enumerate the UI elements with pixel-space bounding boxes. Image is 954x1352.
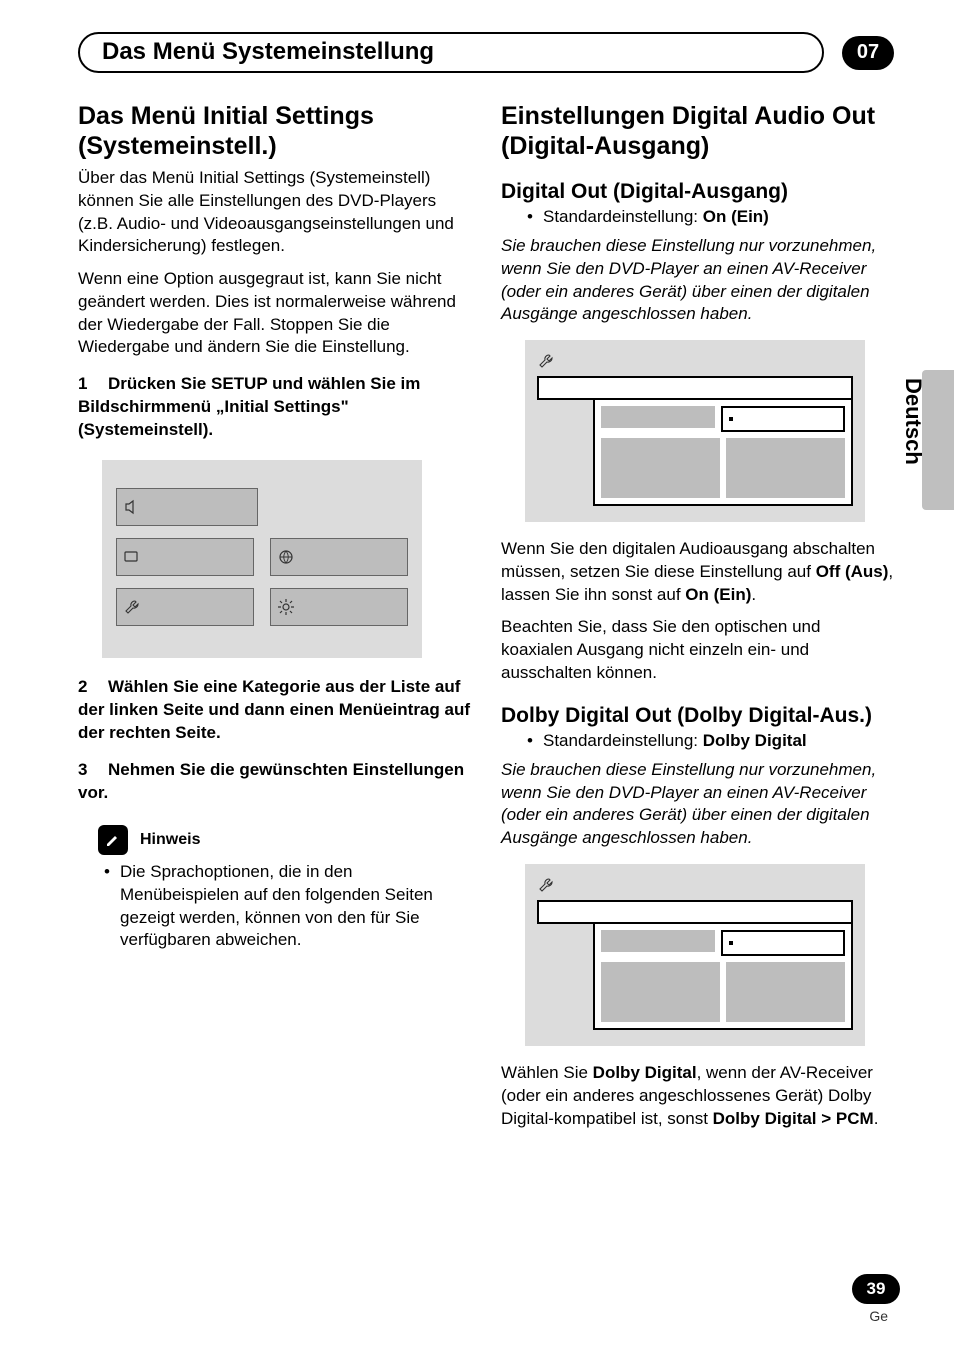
step-1-number: 1 <box>78 373 108 396</box>
manual-page: Das Menü Systemeinstellung 07 Deutsch Da… <box>0 0 954 1352</box>
default-setting-line: • Standardeinstellung: Dolby Digital <box>527 730 894 753</box>
frame-outer <box>537 900 853 924</box>
chapter-number-badge: 07 <box>842 36 894 70</box>
step-2-number: 2 <box>78 676 108 699</box>
text-fragment: . <box>751 585 756 604</box>
left-heading: Das Menü Initial Settings (Systemeinstel… <box>78 101 471 161</box>
settings-screenshot-2 <box>525 864 865 1046</box>
page-number-badge: 39 <box>852 1274 900 1304</box>
chapter-header: Das Menü Systemeinstellung 07 <box>78 32 894 73</box>
digital-out-paragraph-2: Beachten Sie, dass Sie den optischen und… <box>501 616 894 684</box>
pencil-icon <box>98 825 128 855</box>
step-2: 2Wählen Sie eine Kategorie aus der Liste… <box>78 676 471 745</box>
placeholder-cell <box>601 962 720 1022</box>
step-1: 1Drücken Sie SETUP und wählen Sie im Bil… <box>78 373 471 442</box>
gear-icon <box>277 598 295 616</box>
selected-cell <box>721 406 845 432</box>
left-paragraph-2: Wenn eine Option ausgegraut ist, kann Si… <box>78 268 471 359</box>
audio-icon <box>123 498 141 516</box>
placeholder-cell <box>726 438 845 498</box>
globe-icon <box>277 548 295 566</box>
digital-out-note: Sie brauchen diese Einstellung nur vorzu… <box>501 235 894 326</box>
menu-cell <box>270 588 408 626</box>
wrench-icon <box>537 352 555 370</box>
placeholder-cell <box>601 406 715 428</box>
bullet-dot: • <box>104 861 120 953</box>
step-1-text: Drücken Sie SETUP und wählen Sie im Bild… <box>78 374 420 439</box>
menu-cell <box>116 538 254 576</box>
dolby-out-paragraph: Wählen Sie Dolby Digital, wenn der AV-Re… <box>501 1062 894 1130</box>
menu-cell <box>270 538 408 576</box>
language-tab-label: Deutsch <box>900 378 926 465</box>
selected-cell <box>721 930 845 956</box>
default-value: On (Ein) <box>703 207 769 226</box>
off-label: Off (Aus) <box>816 562 889 581</box>
default-setting-text: Standardeinstellung: Dolby Digital <box>543 730 807 753</box>
default-label: Standardeinstellung: <box>543 207 703 226</box>
step-2-text: Wählen Sie eine Kategorie aus der Liste … <box>78 677 470 742</box>
default-label: Standardeinstellung: <box>543 731 703 750</box>
menu-cell <box>116 488 258 526</box>
placeholder-cell <box>601 930 715 952</box>
left-column: Das Menü Initial Settings (Systemeinstel… <box>78 101 471 1140</box>
bullet-dot: • <box>527 730 543 753</box>
frame-inner <box>593 398 853 506</box>
dolby-out-note: Sie brauchen diese Einstellung nur vorzu… <box>501 759 894 850</box>
text-fragment: Wählen Sie <box>501 1063 593 1082</box>
language-tab-bg <box>922 370 954 510</box>
frame-inner <box>593 922 853 1030</box>
default-value: Dolby Digital <box>703 731 807 750</box>
note-bullet: • Die Sprachoptionen, die in den Menübei… <box>104 861 471 953</box>
wrench-icon <box>537 876 555 894</box>
note-text: Die Sprachoptionen, die in den Menübeisp… <box>120 861 471 953</box>
menu-cell <box>116 588 254 626</box>
note-label: Hinweis <box>140 831 200 849</box>
on-label: On (Ein) <box>685 585 751 604</box>
default-setting-line: • Standardeinstellung: On (Ein) <box>527 206 894 229</box>
settings-screenshot-1 <box>525 340 865 522</box>
digital-out-paragraph-1: Wenn Sie den digitalen Audioausgang absc… <box>501 538 894 606</box>
step-3: 3Nehmen Sie die gewünschten Einstellunge… <box>78 759 471 805</box>
chapter-title: Das Menü Systemeinstellung <box>78 32 824 73</box>
wrench-icon <box>123 598 141 616</box>
dolby-label: Dolby Digital <box>593 1063 697 1082</box>
right-heading: Einstellungen Digital Audio Out (Digital… <box>501 101 894 161</box>
digital-out-heading: Digital Out (Digital-Ausgang) <box>501 179 894 204</box>
placeholder-cell <box>726 962 845 1022</box>
placeholder-cell <box>601 438 720 498</box>
bullet-dot: • <box>527 206 543 229</box>
note-header: Hinweis <box>98 825 471 855</box>
dolby-out-heading: Dolby Digital Out (Dolby Digital-Aus.) <box>501 703 894 728</box>
left-paragraph-1: Über das Menü Initial Settings (Systemei… <box>78 167 471 258</box>
page-language-code: Ge <box>869 1308 888 1324</box>
text-fragment: . <box>874 1109 879 1128</box>
right-column: Einstellungen Digital Audio Out (Digital… <box>501 101 894 1140</box>
step-3-text: Nehmen Sie die gewünschten Einstellungen… <box>78 760 464 802</box>
frame-outer <box>537 376 853 400</box>
default-setting-text: Standardeinstellung: On (Ein) <box>543 206 769 229</box>
video-icon <box>123 548 141 566</box>
menu-screenshot <box>102 460 422 658</box>
step-3-number: 3 <box>78 759 108 782</box>
pcm-label: Dolby Digital > PCM <box>713 1109 874 1128</box>
